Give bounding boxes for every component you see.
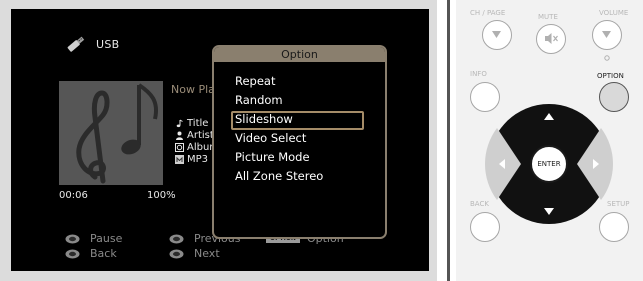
option-label: OPTION [597, 72, 624, 80]
remote-down-button-icon [169, 249, 184, 258]
back-button[interactable] [470, 212, 500, 242]
tv-screen: USB Now Pla Title Artist Albur MP3 1 00:… [11, 9, 429, 271]
mute-icon [545, 33, 558, 44]
file-format-icon [175, 154, 184, 164]
setup-label: SETUP [607, 200, 630, 208]
meta-artist: Artist [187, 129, 214, 141]
meta-album: Albur [187, 141, 214, 153]
ch-page-down-button[interactable] [482, 20, 512, 50]
album-art [59, 81, 163, 185]
hint-pause-label: Pause [90, 232, 123, 245]
source-label: USB [96, 37, 120, 51]
remote-control: CH / PAGE MUTE VOLUME INFO OPTION ENTER … [456, 0, 643, 281]
menu-item-picture-mode[interactable]: Picture Mode [214, 148, 385, 167]
menu-item-video-select[interactable]: Video Select [214, 129, 385, 148]
now-playing-label: Now Pla [171, 83, 215, 96]
setup-button[interactable] [599, 212, 629, 242]
tv-screen-frame: USB Now Pla Title Artist Albur MP3 1 00:… [0, 0, 437, 281]
remote-back-button-icon [65, 249, 80, 258]
usb-icon [67, 36, 85, 52]
menu-item-all-zone-stereo[interactable]: All Zone Stereo [214, 167, 385, 186]
panel-divider [447, 0, 450, 281]
volume-down-button[interactable] [592, 20, 622, 50]
zoom-level: 100% [147, 190, 176, 201]
mute-label: MUTE [538, 13, 558, 21]
volume-indicator-icon [604, 55, 610, 61]
mute-button[interactable] [536, 24, 566, 54]
hint-back-label: Back [90, 247, 117, 260]
hint-next-label: Next [194, 247, 220, 260]
volume-label: VOLUME [599, 9, 629, 17]
ch-page-label: CH / PAGE [470, 9, 506, 17]
option-popup: Option Repeat Random Slideshow Video Sel… [212, 45, 387, 239]
disc-icon [175, 142, 184, 152]
enter-button[interactable]: ENTER [530, 145, 568, 183]
meta-title: Title [187, 117, 209, 129]
menu-item-repeat[interactable]: Repeat [214, 72, 385, 91]
menu-item-slideshow[interactable]: Slideshow [214, 110, 385, 130]
remote-enter-button-icon [65, 234, 80, 243]
enter-label: ENTER [537, 160, 561, 168]
option-menu: Repeat Random Slideshow Video Select Pic… [214, 62, 385, 186]
chevron-down-icon [602, 31, 611, 38]
hint-pause: Pause [65, 232, 122, 245]
hint-back: Back [65, 247, 117, 260]
remote-up-button-icon [169, 234, 184, 243]
info-label: INFO [470, 70, 487, 78]
time-elapsed: 00:06 [59, 190, 88, 201]
chevron-down-icon [492, 31, 501, 38]
menu-item-random[interactable]: Random [214, 91, 385, 110]
option-popup-title: Option [214, 47, 385, 62]
source-indicator: USB [63, 31, 119, 57]
hint-next: Next [169, 247, 220, 260]
person-icon [176, 131, 183, 140]
back-label: BACK [470, 200, 489, 208]
note-icon [176, 119, 183, 127]
